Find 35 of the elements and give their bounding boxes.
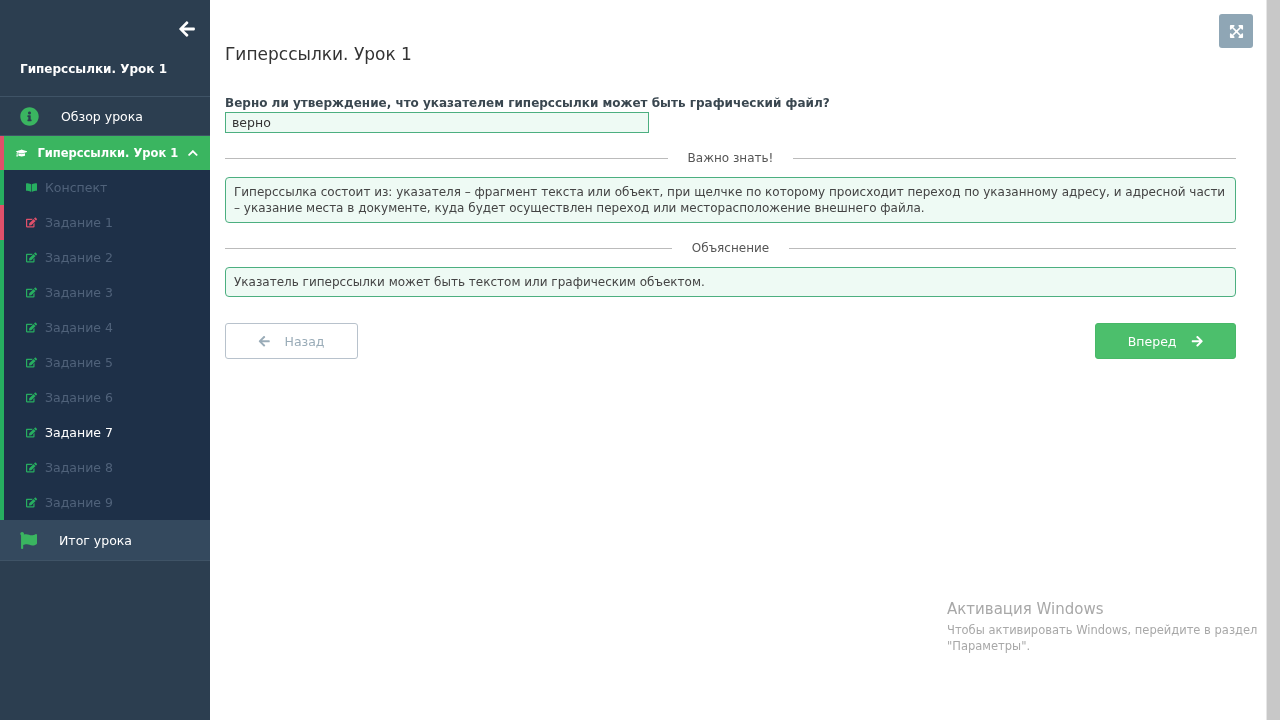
info-note: Гиперссылка состоит из: указателя – фрагмент текста или объект, при щелчке по которому происходит переход по указанному адресу, и адресной части – указание места в документе, куда будет осуществлен переход или месторасположение внешнего файла. — [225, 177, 1236, 223]
edit-icon — [26, 322, 37, 333]
edit-icon — [26, 497, 37, 508]
scrollbar[interactable] — [1266, 0, 1280, 720]
edit-icon — [26, 217, 37, 228]
info-icon — [20, 106, 39, 126]
answer-field: верно — [225, 112, 649, 133]
section-heading: Объяснение — [691, 241, 770, 255]
edit-icon — [26, 357, 37, 368]
edit-icon — [26, 427, 37, 438]
question-text: Верно ли утверждение, что указателем гиперссылки может быть графический файл? — [225, 96, 831, 110]
flag-icon — [20, 531, 37, 549]
activation-text: "Параметры". — [947, 638, 1032, 654]
book-icon — [26, 182, 37, 193]
lesson-label: Гиперссылки. Урок 1 — [37, 146, 179, 160]
next-button[interactable]: Вперед — [1094, 323, 1236, 359]
lesson-item[interactable]: Гиперссылки. Урок 1 — [0, 136, 210, 170]
edit-icon — [26, 287, 37, 298]
section-heading: Важно знать! — [687, 151, 774, 165]
arrow-left-icon — [258, 334, 271, 348]
sidebar-title: Гиперссылки. Урок 1 — [0, 50, 210, 97]
fullscreen-button[interactable] — [1219, 14, 1253, 48]
back-arrow-icon[interactable] — [178, 20, 196, 38]
edit-icon — [26, 252, 37, 263]
sidebar-item[interactable]: Итог урока — [0, 520, 210, 561]
expand-icon — [1228, 23, 1244, 39]
activation-title: Активация Windows — [947, 600, 1105, 618]
info-note: Указатель гиперссылки может быть текстом или графическим объектом. — [225, 267, 1236, 297]
activation-text: Чтобы активировать Windows, перейдите в раздел — [947, 622, 1258, 638]
page-title: Гиперссылки. Урок 1 — [225, 44, 413, 64]
edit-icon — [26, 462, 37, 473]
chevron-up-icon — [188, 147, 198, 159]
arrow-right-icon — [1190, 334, 1203, 348]
sidebar-subitem[interactable]: Задание 7 — [0, 415, 210, 450]
edit-icon — [26, 392, 37, 403]
